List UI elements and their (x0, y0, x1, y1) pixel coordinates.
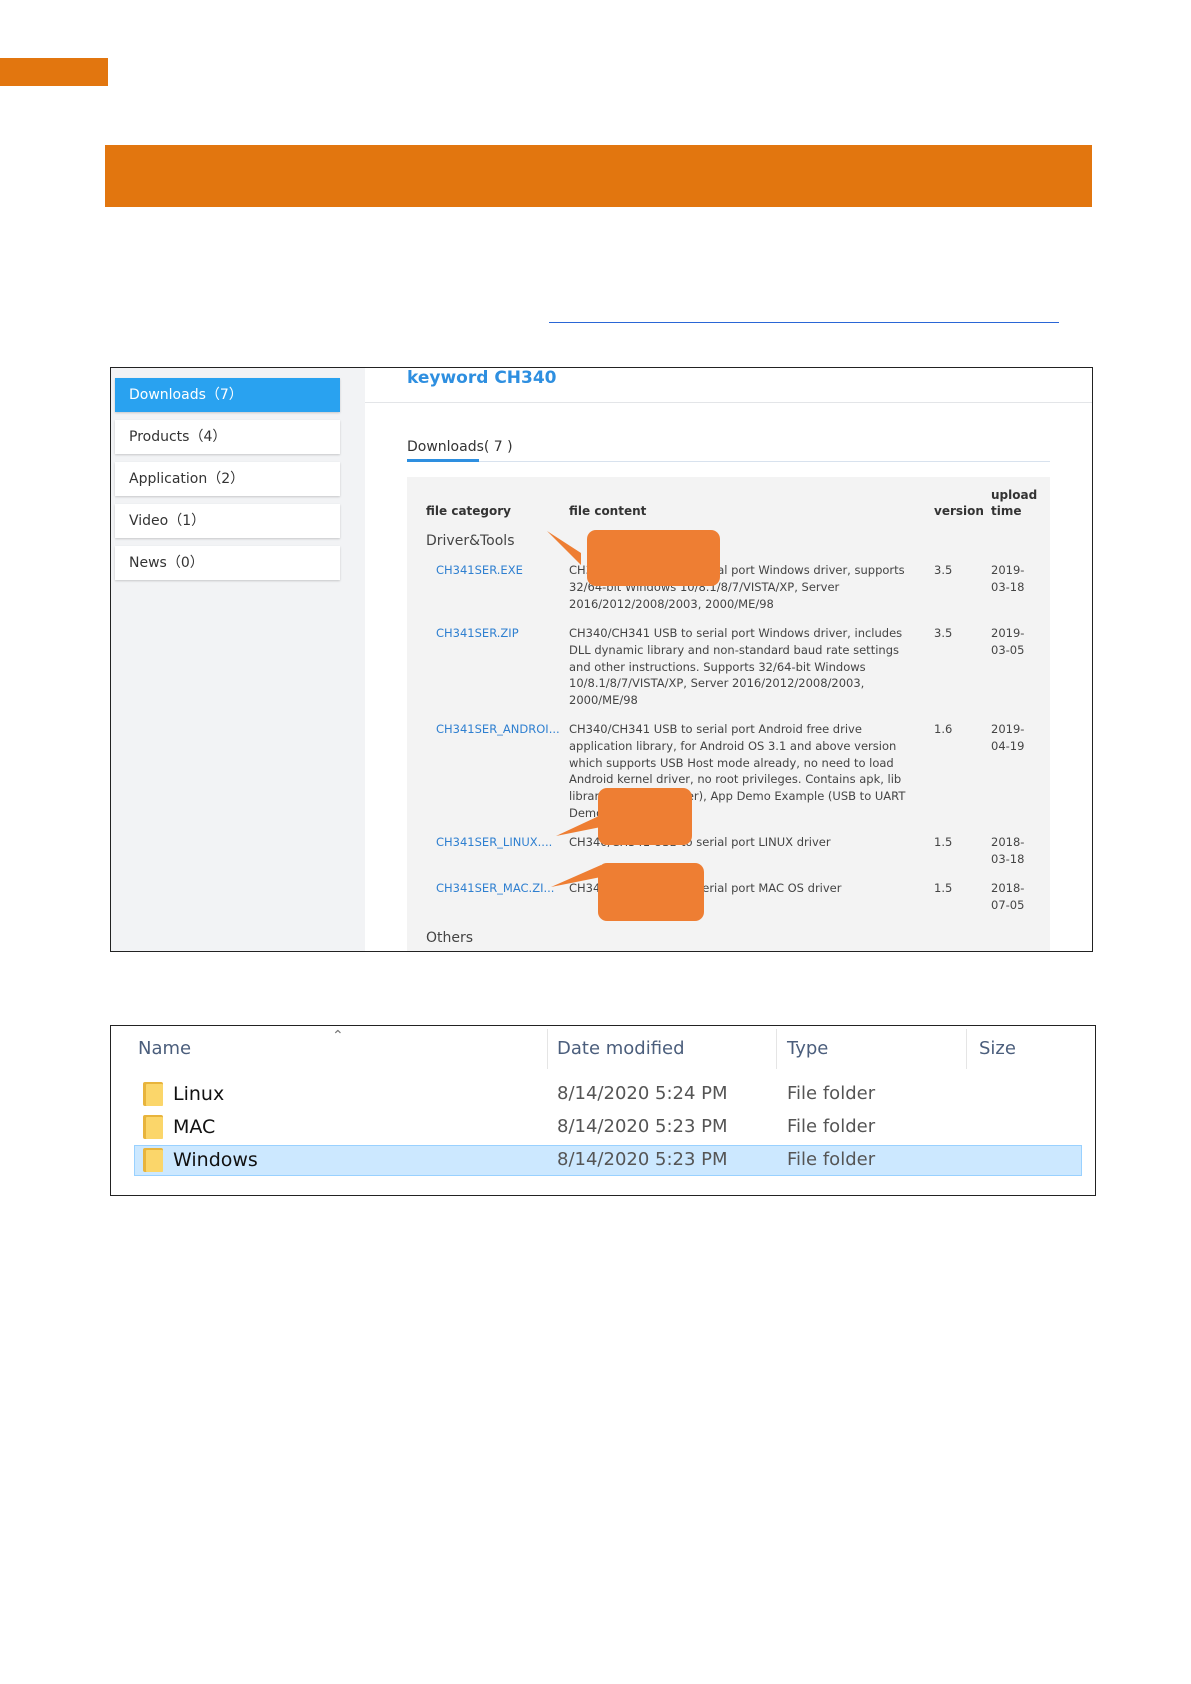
callout-box-windows (587, 530, 720, 586)
folder-icon (143, 1082, 163, 1106)
row-type: File folder (787, 1083, 876, 1104)
row-type: File folder (787, 1116, 876, 1137)
file-row[interactable]: Linux 8/14/2020 5:24 PM File folder (111, 1079, 1095, 1110)
column-header-type[interactable]: Type (787, 1038, 828, 1060)
column-separator[interactable] (547, 1029, 548, 1069)
section-banner (105, 145, 1092, 207)
column-header-date-modified[interactable]: Date modified (557, 1038, 685, 1060)
row-name: MAC (173, 1116, 216, 1138)
file-row-selected[interactable]: Windows 8/14/2020 5:23 PM File folder (111, 1145, 1095, 1176)
callout-pointer-linux (556, 815, 601, 836)
row-type: File folder (787, 1149, 876, 1170)
file-row[interactable]: MAC 8/14/2020 5:23 PM File folder (111, 1112, 1095, 1143)
folder-icon (143, 1115, 163, 1139)
callout-box-linux (598, 788, 692, 845)
column-header-size[interactable]: Size (979, 1038, 1016, 1060)
column-separator[interactable] (966, 1029, 967, 1069)
sort-ascending-icon[interactable]: ⌃ (332, 1029, 344, 1043)
row-date-modified: 8/14/2020 5:23 PM (557, 1116, 728, 1137)
callout-box-mac (598, 863, 704, 921)
file-explorer-screenshot: ⌃ Name Date modified Type Size Linux 8/1… (110, 1025, 1096, 1196)
callout-pointer-windows (547, 531, 581, 565)
callout-pointer-mac (551, 865, 601, 887)
download-link-underline[interactable] (549, 322, 1059, 323)
row-name: Linux (173, 1083, 225, 1105)
row-date-modified: 8/14/2020 5:24 PM (557, 1083, 728, 1104)
column-header-name[interactable]: Name (138, 1038, 191, 1060)
row-date-modified: 8/14/2020 5:23 PM (557, 1149, 728, 1170)
folder-icon (143, 1148, 163, 1172)
header-accent-bar (0, 58, 108, 86)
column-separator[interactable] (776, 1029, 777, 1069)
download-page-screenshot: Downloads（7） Products（4） Application（2） … (110, 367, 1093, 952)
row-name: Windows (173, 1149, 258, 1171)
